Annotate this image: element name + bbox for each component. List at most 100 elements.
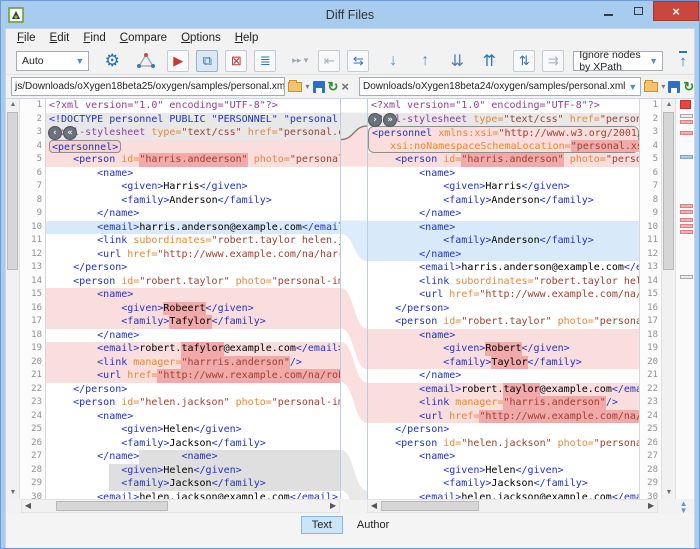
copy-change-icon[interactable]: › [368, 113, 382, 127]
first-difference-icon[interactable]: ⇈ [478, 50, 500, 72]
copy-change-icon[interactable]: « [63, 126, 77, 140]
line-number: 17 [640, 315, 658, 329]
dropdown-caret-icon[interactable]: ▼ [645, 56, 662, 66]
show-all-changes-icon[interactable]: ⇅ [513, 50, 535, 72]
tab-text[interactable]: Text [301, 516, 343, 534]
refresh-icon[interactable]: ↻ [683, 81, 694, 93]
code-line: <?xml-stylesheet type="text/css" href="p… [46, 126, 340, 140]
scroll-left-arrow-icon[interactable]: ◀ [368, 500, 380, 512]
change-marker-blue[interactable] [680, 155, 693, 159]
ruler-down-icon[interactable]: ▼ [680, 507, 688, 514]
line-number: 2 [640, 113, 658, 127]
change-marker-pink[interactable] [680, 204, 693, 208]
merge-navigation-icon[interactable]: ▸▸ ▾ [289, 50, 311, 72]
inline-diff-action-buttons: ›» [368, 113, 397, 127]
change-marker-pink[interactable] [680, 120, 693, 124]
code-line: <!DOCTYPE personnel PUBLIC "PERSONNEL" "… [46, 113, 340, 127]
refresh-icon[interactable]: ↻ [328, 81, 339, 93]
code-line: <name> [368, 221, 639, 235]
copy-change-to-left-icon[interactable]: ⇤ [318, 50, 340, 72]
line-number: 27 [640, 450, 658, 464]
ruler-navigation[interactable]: ▲ ▼ [673, 499, 694, 514]
line-number: 26 [640, 437, 658, 451]
scroll-down-arrow-icon[interactable]: ▼ [662, 487, 676, 499]
code-line: <name> [46, 288, 340, 302]
dropdown-caret-icon[interactable]: ▼ [71, 56, 88, 66]
change-marker-pink[interactable] [680, 131, 693, 135]
folder-icon[interactable] [288, 82, 302, 92]
code-line: <link subordinates="robert.taylor helen.… [368, 275, 639, 289]
change-marker-pink[interactable] [680, 210, 693, 214]
scrollbar-thumb[interactable] [381, 501, 479, 511]
left-vertical-scrollbar[interactable]: ▲ ▼ [6, 99, 20, 499]
diff-algorithm-select[interactable]: Auto▼ [16, 51, 89, 71]
line-number: 9 [640, 207, 658, 221]
three-way-comparison-icon[interactable] [135, 50, 157, 72]
code-line: <family>Anderson</family> [368, 234, 639, 248]
next-difference-icon[interactable]: ↓ [382, 50, 404, 72]
diff-connector-curves [341, 99, 367, 500]
overview-ruler[interactable] [675, 99, 695, 499]
ignored-changes-icon[interactable]: ⇉ [542, 50, 564, 72]
code-line: <link manager="harris.anderson"/> [368, 396, 639, 410]
left-source-pane[interactable]: <?xml version="1.0" encoding="UTF-8"?><!… [46, 99, 341, 499]
dropdown-caret-icon[interactable]: ▾ [661, 82, 665, 91]
scroll-up-arrow-icon[interactable]: ▲ [6, 99, 20, 111]
scroll-right-arrow-icon[interactable]: ▶ [327, 500, 339, 512]
last-difference-icon[interactable]: ⇊ [446, 50, 468, 72]
right-source-pane[interactable]: <?xml version="1.0" encoding="UTF-8"?><?… [367, 99, 639, 499]
change-marker-grey[interactable] [680, 275, 693, 279]
menu-options[interactable]: Options [174, 31, 228, 45]
folder-icon[interactable] [644, 82, 658, 92]
change-marker-grey[interactable] [680, 114, 693, 118]
dropdown-caret-icon[interactable]: ▾ [305, 82, 309, 91]
change-marker-red[interactable] [680, 100, 691, 109]
copy-change-icon[interactable]: » [383, 113, 397, 127]
maximize-button[interactable] [623, 1, 653, 21]
left-horizontal-scrollbar[interactable]: ◀ ▶ [21, 499, 340, 513]
scroll-down-arrow-icon[interactable]: ▼ [6, 487, 20, 499]
format-and-indent-both-files-icon[interactable]: ≣ [254, 50, 276, 72]
save-icon[interactable] [313, 81, 325, 93]
xpath-filter-select[interactable]: Ignore nodes by XPath▼ [573, 51, 663, 71]
scrollbar-thumb[interactable] [7, 112, 18, 270]
right-horizontal-scrollbar[interactable]: ◀ ▶ [367, 499, 658, 513]
tab-author[interactable]: Author [347, 517, 399, 533]
line-number: 4 [20, 140, 42, 154]
code-line: <family>Jackson</family> [368, 477, 639, 491]
close-icon[interactable]: × [341, 81, 349, 93]
menu-edit[interactable]: Edit [43, 31, 77, 45]
previous-difference-icon[interactable]: ↑ [414, 50, 436, 72]
scroll-right-arrow-icon[interactable]: ▶ [645, 500, 657, 512]
line-number: 18 [20, 329, 42, 343]
minimize-button[interactable] [593, 1, 623, 21]
right-file-path-select[interactable]: Downloads/oXygen18beta24/oxygen/samples/… [359, 77, 641, 96]
file-path-row: js/Downloads/oXygen18beta25/oxygen/sampl… [6, 75, 694, 98]
menu-compare[interactable]: Compare [113, 31, 174, 45]
inline-diff-action-buttons: ‹« [48, 126, 77, 140]
menu-find[interactable]: Find [76, 31, 112, 45]
change-marker-pink[interactable] [680, 224, 693, 228]
close-button[interactable]: × [653, 1, 699, 21]
perform-files-differencing-icon[interactable]: ▶ [167, 50, 189, 72]
change-marker-pink[interactable] [680, 218, 693, 222]
change-marker-pink[interactable] [680, 230, 693, 234]
save-icon[interactable] [668, 81, 680, 93]
toolbar: Auto▼ ⚙ ▶ ⧉ ⊠ ≣ ▸▸ ▾ ⇤ ⇆ ↓ ↑ ⇊ ⇈ ⇅ ⇉ Ignore nodes by XP… [6, 47, 694, 75]
menu-help[interactable]: Help [228, 31, 266, 45]
go-to-first-change-icon[interactable]: ↑ [672, 50, 694, 72]
code-line: <personnel xmlns:xsi="http://www.w3.org/… [368, 126, 639, 140]
scroll-left-arrow-icon[interactable]: ◀ [22, 500, 34, 512]
show-word-level-details-icon[interactable]: ⊠ [225, 50, 247, 72]
menu-file[interactable]: File [10, 31, 43, 45]
scrollbar-thumb[interactable] [56, 501, 168, 511]
synchronized-scrolling-icon[interactable]: ⧉ [196, 50, 218, 72]
copy-all-changes-icon[interactable]: ⇆ [347, 50, 369, 72]
dropdown-caret-icon[interactable]: ▼ [625, 82, 637, 92]
copy-change-icon[interactable]: ‹ [48, 126, 62, 140]
left-file-path-select[interactable]: js/Downloads/oXygen18beta25/oxygen/sampl… [11, 77, 285, 96]
diff-options-gear-icon[interactable]: ⚙ [101, 50, 123, 72]
scrollbar-thumb[interactable] [663, 112, 674, 270]
right-vertical-scrollbar[interactable]: ▲ ▼ [661, 99, 675, 499]
scroll-up-arrow-icon[interactable]: ▲ [662, 99, 676, 111]
